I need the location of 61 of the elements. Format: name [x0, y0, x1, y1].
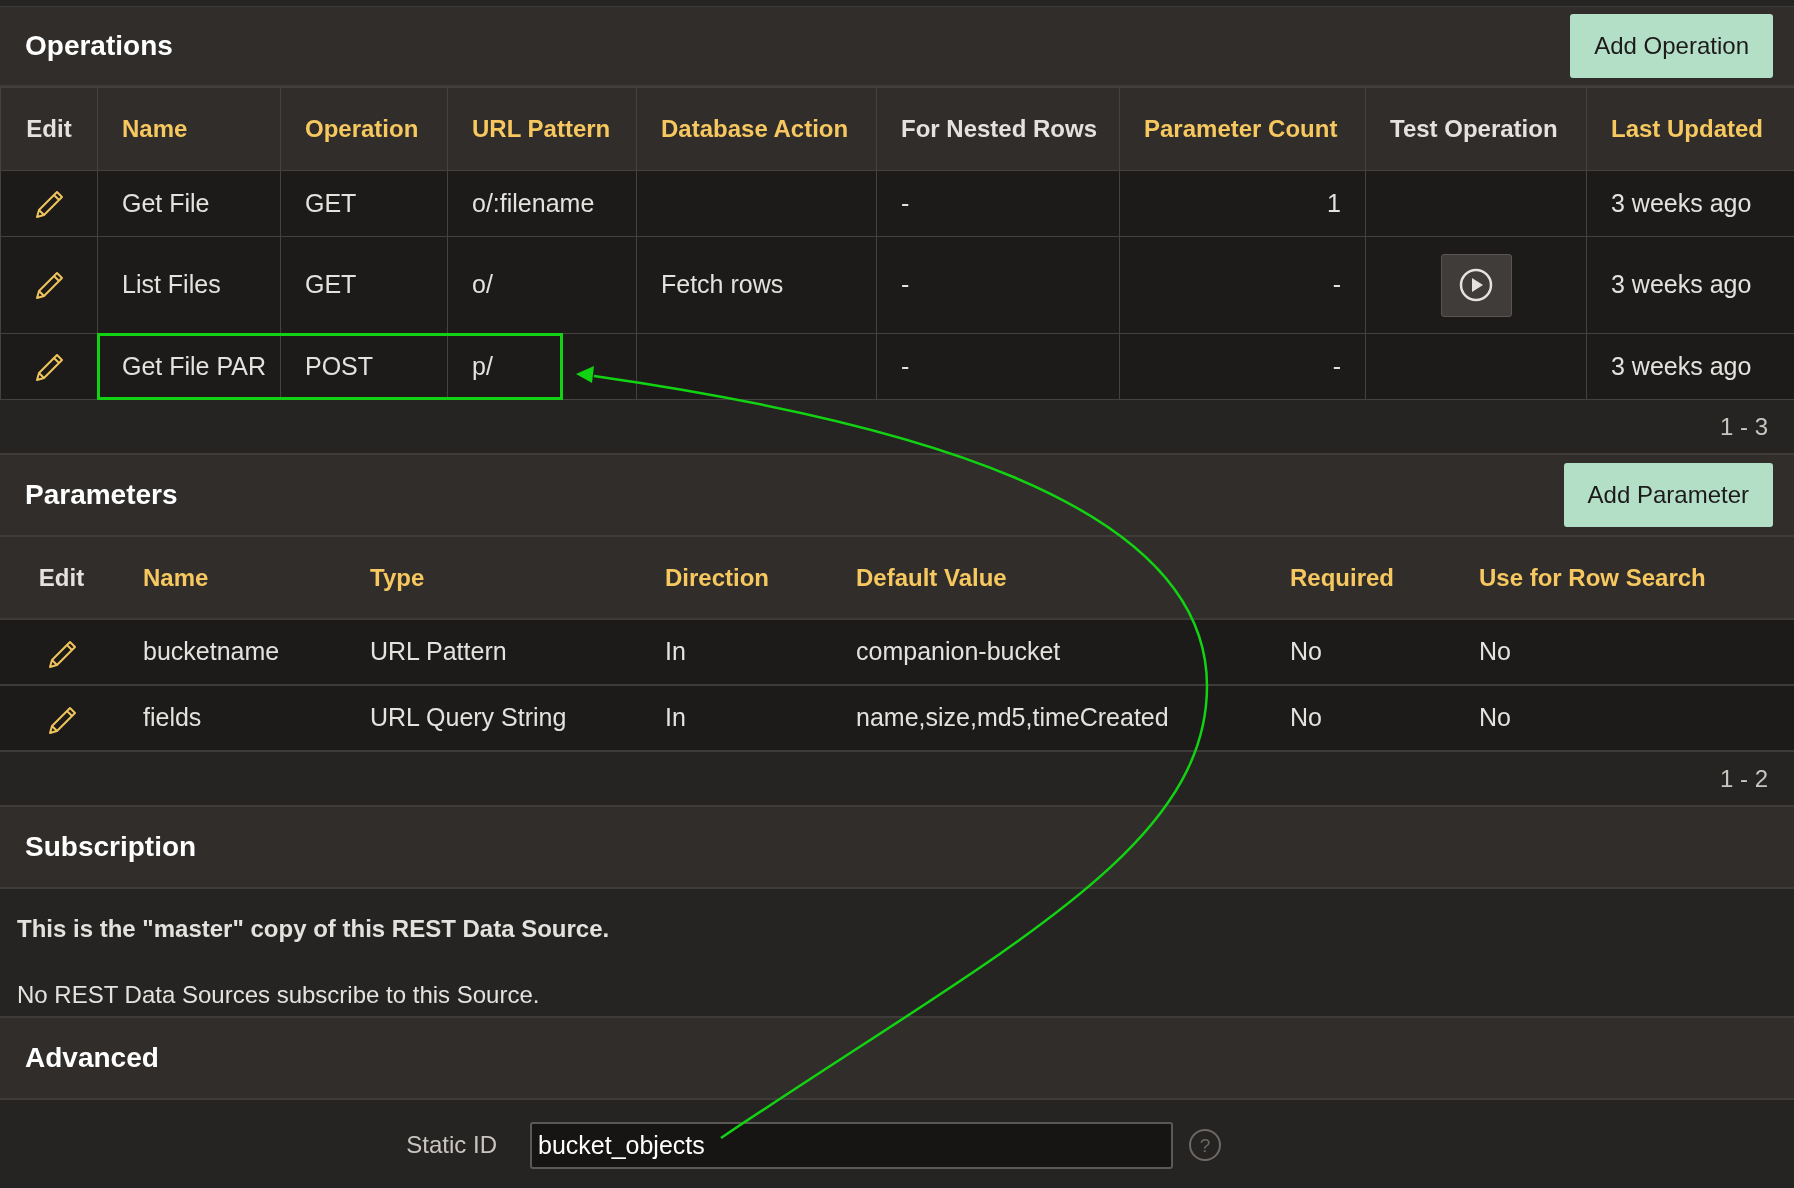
column-header[interactable]: Operation — [280, 87, 448, 171]
info-text: This is the "master" copy of this REST Data Source. — [17, 914, 611, 944]
table-cell: o/ — [472, 270, 493, 299]
column-header[interactable]: Use for Row Search — [1479, 563, 1706, 591]
table-cell: - — [901, 270, 910, 299]
table-cell: Fetch rows — [661, 270, 784, 299]
table-cell: bucketname — [143, 637, 280, 666]
add-button[interactable]: Add Operation — [1570, 14, 1773, 78]
column-header[interactable]: Required — [1290, 563, 1394, 591]
table-cell: List Files — [122, 270, 221, 299]
test-button[interactable] — [1440, 253, 1512, 317]
table-cell: companion-bucket — [856, 637, 1061, 666]
column-header: For Nested Rows — [876, 87, 1120, 171]
table-cell: URL Query String — [370, 703, 567, 732]
column-header[interactable]: Name — [97, 87, 281, 171]
column-header: Edit — [0, 87, 98, 171]
play-icon — [1458, 267, 1494, 303]
table-cell: POST — [305, 351, 374, 380]
section-title: Advanced — [25, 1041, 159, 1075]
table-cell: No — [1290, 637, 1322, 666]
add-button[interactable]: Add Parameter — [1563, 463, 1773, 527]
section-title: Subscription — [25, 830, 197, 864]
column-header[interactable]: Last Updated — [1586, 87, 1794, 171]
section-title: Operations — [25, 29, 173, 63]
section-title: Parameters — [25, 478, 178, 512]
table-cell: 3 weeks ago — [1611, 270, 1752, 299]
column-header[interactable]: Direction — [665, 563, 769, 591]
table-cell: Get File PAR — [122, 351, 267, 380]
column-header: Edit — [38, 563, 85, 591]
static-id-field[interactable]: bucket_objects — [530, 1121, 1173, 1169]
table-cell: - — [901, 188, 910, 217]
table-cell: GET — [305, 270, 357, 299]
pagination-text: 1 - 2 — [1719, 763, 1768, 794]
table-cell: Get File — [122, 188, 210, 217]
table-cell: name,size,md5,timeCreated — [856, 703, 1169, 732]
info-text: No REST Data Sources subscribe to this Source. — [17, 980, 541, 1010]
table-cell: - — [901, 351, 910, 380]
table-cell: - — [1332, 351, 1341, 380]
table-cell: No — [1479, 703, 1511, 732]
table-cell: URL Pattern — [370, 637, 507, 666]
table-cell: In — [665, 637, 686, 666]
table-cell: 3 weeks ago — [1611, 188, 1752, 217]
column-header: Test Operation — [1365, 87, 1587, 171]
table-cell: 1 — [1327, 188, 1341, 217]
column-header[interactable]: Name — [143, 563, 209, 591]
table-cell: 3 weeks ago — [1611, 351, 1752, 380]
table-cell: p/ — [472, 351, 493, 380]
column-header[interactable]: Default Value — [856, 563, 1007, 591]
table-cell: No — [1290, 703, 1322, 732]
table-cell: No — [1479, 637, 1511, 666]
column-header[interactable]: Type — [370, 563, 425, 591]
table-cell: In — [665, 703, 686, 732]
table-cell: - — [1332, 270, 1341, 299]
column-header[interactable]: URL Pattern — [447, 87, 637, 171]
column-header[interactable]: Parameter Count — [1119, 87, 1366, 171]
table-cell: fields — [143, 703, 202, 732]
field-label: Static ID — [405, 1130, 497, 1160]
table-cell: GET — [305, 188, 357, 217]
column-header[interactable]: Database Action — [636, 87, 877, 171]
pagination-text: 1 - 3 — [1719, 411, 1768, 442]
table-cell: o/:filename — [472, 188, 595, 217]
